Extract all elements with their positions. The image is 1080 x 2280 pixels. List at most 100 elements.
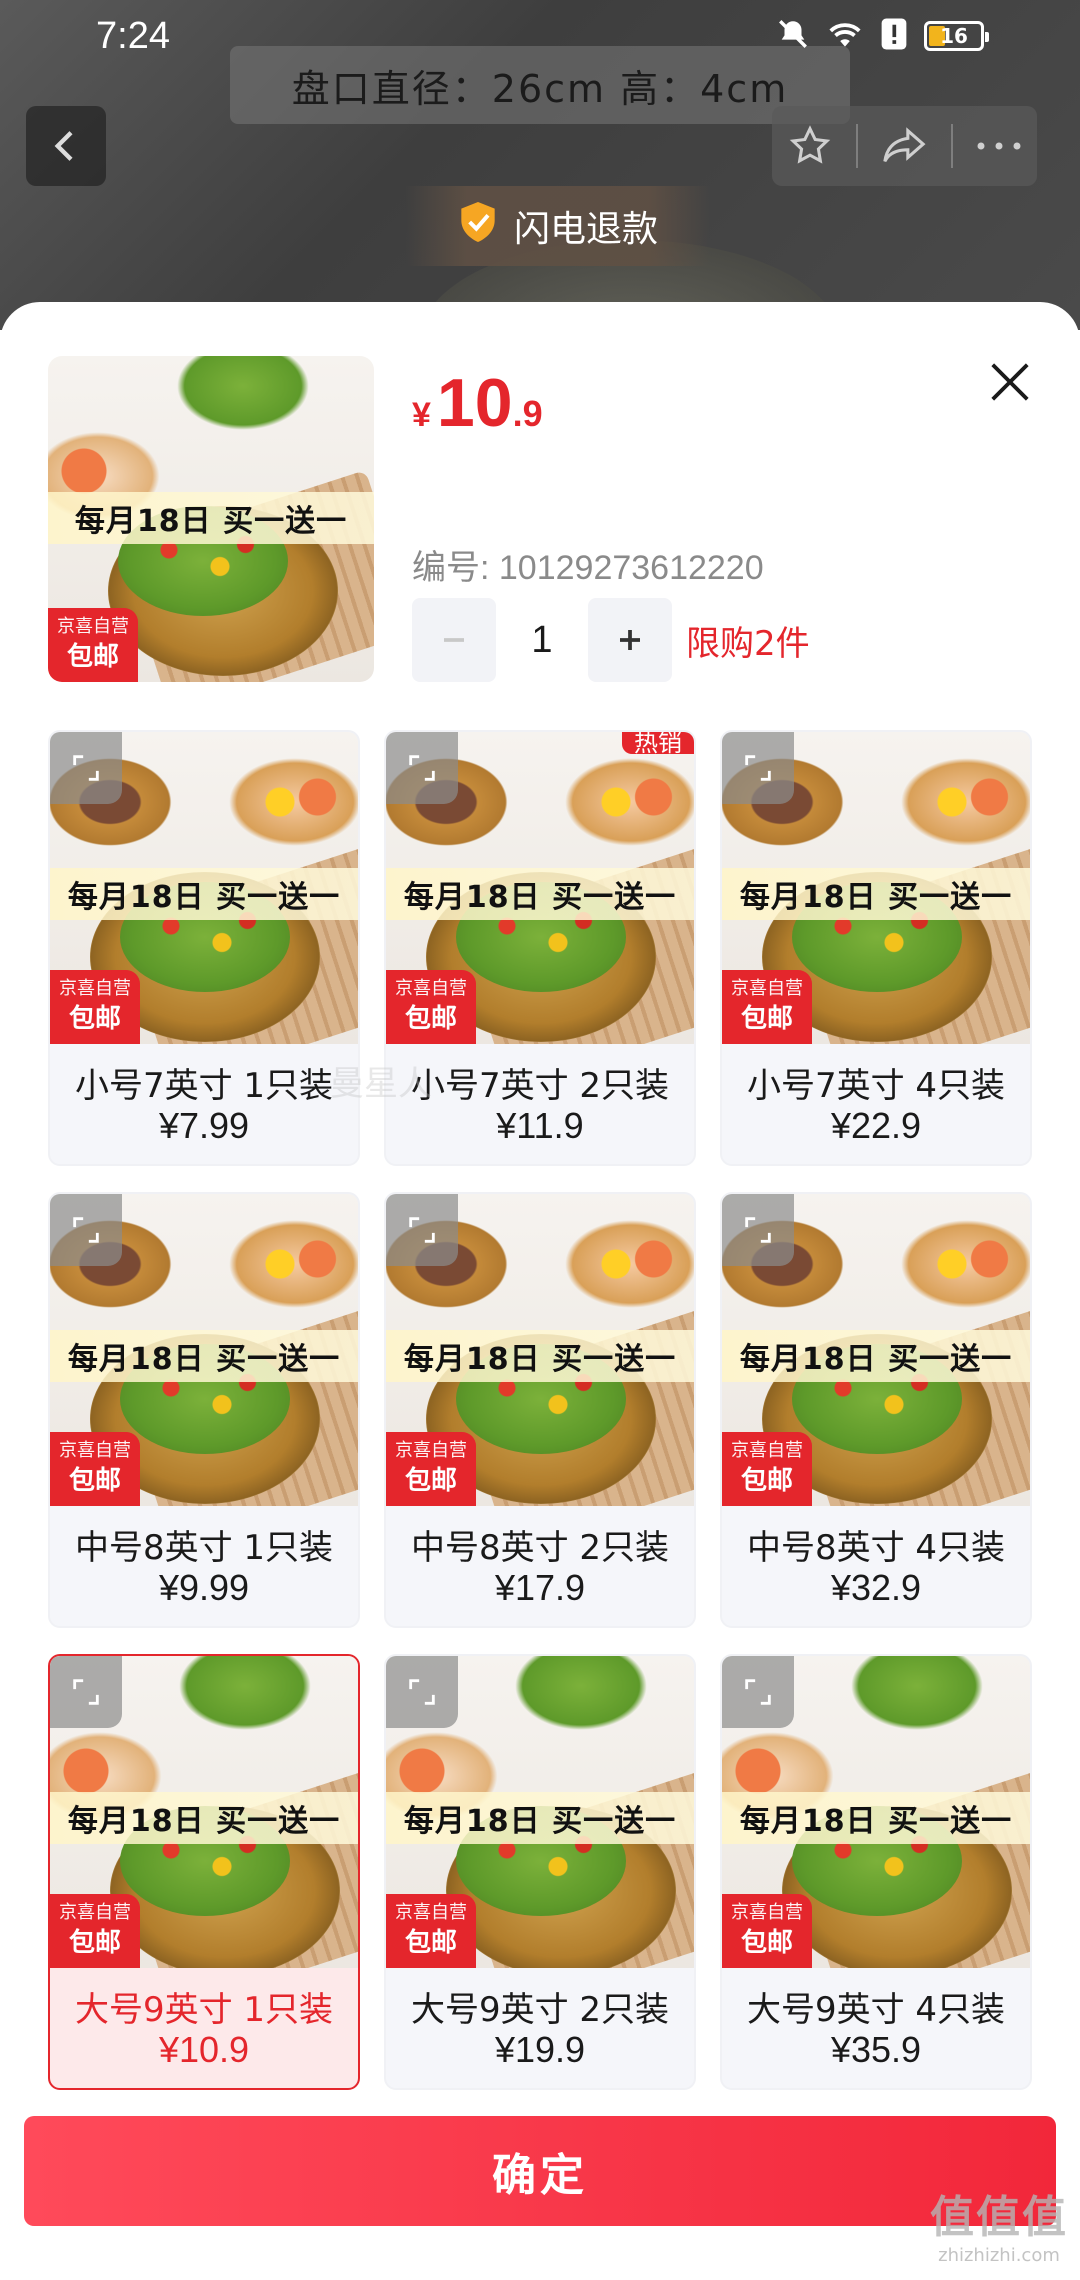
jd-self-operated-badge: 京喜自营 包邮 xyxy=(50,1894,140,1968)
sku-option-label: 中号8英寸 1只装 xyxy=(74,1528,334,1568)
sku-option-label: 小号7英寸 4只装 xyxy=(746,1066,1006,1106)
flash-refund-banner: 闪电退款 xyxy=(406,186,710,266)
sku-option-label: 小号7英寸 1只装 xyxy=(74,1066,334,1106)
sku-option-label: 大号9英寸 4只装 xyxy=(746,1990,1006,2030)
expand-icon[interactable] xyxy=(722,1194,794,1266)
confirm-button[interactable]: 确定 xyxy=(24,2116,1056,2226)
jd-self-operated-badge: 京喜自营 包邮 xyxy=(386,1894,476,1968)
jd-self-operated-badge: 京喜自营 包邮 xyxy=(722,1432,812,1506)
jd-self-operated-badge: 京喜自营 包邮 xyxy=(48,608,138,682)
action-divider xyxy=(856,124,859,168)
action-divider xyxy=(950,124,953,168)
promo-band: 每月18日 买一送一 xyxy=(722,1792,1030,1844)
sku-option-card[interactable]: 每月18日 买一送一京喜自营 包邮中号8英寸 4只装 ¥32.9 xyxy=(720,1192,1032,1628)
sku-option-price: ¥17.9 xyxy=(494,1567,586,1608)
sku-option-label: 中号8英寸 4只装 xyxy=(746,1528,1006,1568)
status-icons: 16 xyxy=(776,17,989,55)
sku-option-label: 大号9英寸 1只装 xyxy=(74,1990,334,2030)
sku-option-price: ¥35.9 xyxy=(830,2029,922,2070)
increase-quantity-button[interactable] xyxy=(588,598,672,682)
sku-option-image: 每月18日 买一送一京喜自营 包邮 xyxy=(722,1656,1030,1968)
expand-icon[interactable] xyxy=(722,1656,794,1728)
sku-option-label: 中号8英寸 2只装 xyxy=(410,1528,670,1568)
expand-icon[interactable] xyxy=(50,1656,122,1728)
promo-band: 每月18日 买一送一 xyxy=(48,492,374,544)
sku-option-image: 每月18日 买一送一京喜自营 包邮 xyxy=(722,732,1030,1044)
promo-band: 每月18日 买一送一 xyxy=(386,868,694,920)
expand-icon[interactable] xyxy=(386,732,458,804)
selected-product-thumbnail: 每月18日 买一送一 京喜自营 包邮 xyxy=(48,356,374,682)
battery-icon: 16 xyxy=(924,21,989,51)
product-photo: 每月18日 买一送一 京喜自营 包邮 xyxy=(48,356,374,682)
quantity-value[interactable]: 1 xyxy=(496,619,588,662)
sku-option-label: 大号9英寸 2只装 xyxy=(410,1990,670,2030)
status-time: 7:24 xyxy=(96,14,170,57)
expand-icon[interactable] xyxy=(50,1194,122,1266)
sku-option-image: 每月18日 买一送一京喜自营 包邮 xyxy=(50,732,358,1044)
sku-option-price: ¥10.9 xyxy=(158,2029,250,2070)
sku-option-price: ¥19.9 xyxy=(494,2029,586,2070)
share-icon[interactable] xyxy=(874,116,934,176)
promo-band: 每月18日 买一送一 xyxy=(50,1330,358,1382)
promo-band: 每月18日 买一送一 xyxy=(722,868,1030,920)
sku-option-image: 每月18日 买一送一京喜自营 包邮 xyxy=(722,1194,1030,1506)
jd-self-operated-badge: 京喜自营 包邮 xyxy=(50,970,140,1044)
promo-band: 每月18日 买一送一 xyxy=(386,1792,694,1844)
back-button[interactable] xyxy=(26,106,106,186)
close-icon xyxy=(991,363,1029,401)
sku-option-price: ¥11.9 xyxy=(496,1105,584,1146)
top-action-bar xyxy=(772,106,1037,186)
expand-icon[interactable] xyxy=(386,1656,458,1728)
jd-self-operated-badge: 京喜自营 包邮 xyxy=(386,970,476,1044)
expand-icon[interactable] xyxy=(722,732,794,804)
close-button[interactable] xyxy=(980,352,1040,412)
jd-self-operated-badge: 京喜自营 包邮 xyxy=(722,970,812,1044)
decrease-quantity-button[interactable] xyxy=(412,598,496,682)
promo-band: 每月18日 买一送一 xyxy=(722,1330,1030,1382)
sku-option-price: ¥7.99 xyxy=(158,1105,250,1146)
promo-band: 每月18日 买一送一 xyxy=(50,1792,358,1844)
shield-check-icon xyxy=(458,200,498,253)
sku-code: 编号: 10129273612220 xyxy=(412,549,764,587)
jd-self-operated-badge: 京喜自营 包邮 xyxy=(50,1432,140,1506)
expand-icon[interactable] xyxy=(50,732,122,804)
sku-option-image: 每月18日 买一送一京喜自营 包邮 xyxy=(50,1194,358,1506)
promo-band: 每月18日 买一送一 xyxy=(386,1330,694,1382)
site-watermark: 值值值 zhizhizhi.com xyxy=(930,2192,1068,2266)
sku-option-label: 小号7英寸 2只装 xyxy=(410,1066,670,1106)
selected-price: ¥ 10 .9 xyxy=(412,365,543,441)
promo-band: 每月18日 买一送一 xyxy=(50,868,358,920)
sku-option-card[interactable]: 每月18日 买一送一京喜自营 包邮小号7英寸 4只装 ¥22.9 xyxy=(720,730,1032,1166)
sku-selector-sheet: 每月18日 买一送一 京喜自营 包邮 ¥ 10 .9 编号: 101292736… xyxy=(0,302,1080,2280)
sku-options-grid: 每月18日 买一送一 京喜自营 包邮 小号7英寸 1只装 ¥7.99 热销 每月18日 买一… xyxy=(48,730,1032,2090)
plus-icon xyxy=(620,630,640,650)
refund-label: 闪电退款 xyxy=(513,209,658,250)
sku-option-card[interactable]: 每月18日 买一送一京喜自营 包邮大号9英寸 1只装 ¥10.9 xyxy=(48,1654,360,2090)
sim-alert-icon xyxy=(880,17,908,55)
mute-icon xyxy=(776,17,810,55)
sku-option-card[interactable]: 每月18日 买一送一京喜自营 包邮中号8英寸 2只装 ¥17.9 xyxy=(384,1192,696,1628)
sku-option-card[interactable]: 每月18日 买一送一京喜自营 包邮大号9英寸 4只装 ¥35.9 xyxy=(720,1654,1032,2090)
sku-option-image: 每月18日 买一送一京喜自营 包邮 xyxy=(50,1656,358,1968)
jd-self-operated-badge: 京喜自营 包邮 xyxy=(386,1432,476,1506)
sku-option-card[interactable]: 每月18日 买一送一京喜自营 包邮小号7英寸 1只装 ¥7.99 xyxy=(48,730,360,1166)
sku-option-card[interactable]: 每月18日 买一送一京喜自营 包邮中号8英寸 1只装 ¥9.99 xyxy=(48,1192,360,1628)
chevron-left-icon xyxy=(54,131,73,161)
sku-option-image: 每月18日 买一送一京喜自营 包邮 xyxy=(386,1656,694,1968)
jd-self-operated-badge: 京喜自营 包邮 xyxy=(722,1894,812,1968)
sku-option-price: ¥9.99 xyxy=(158,1567,250,1608)
overlay-watermark: 曼星人 xyxy=(330,1064,432,1104)
sku-option-card[interactable]: 每月18日 买一送一京喜自营 包邮大号9英寸 2只装 ¥19.9 xyxy=(384,1654,696,2090)
sku-option-price: ¥32.9 xyxy=(830,1567,922,1608)
sku-option-image: 每月18日 买一送一京喜自营 包邮 xyxy=(386,732,694,1044)
expand-icon[interactable] xyxy=(386,1194,458,1266)
sku-option-price: ¥22.9 xyxy=(830,1105,922,1146)
wifi-icon xyxy=(826,17,864,55)
quantity-stepper: 1 限购2件 xyxy=(412,598,810,682)
status-bar: 7:24 16 xyxy=(0,0,1080,72)
hot-sale-badge: 热销 xyxy=(622,732,694,755)
minus-icon xyxy=(444,638,464,642)
more-icon[interactable] xyxy=(969,116,1029,176)
sku-option-image: 每月18日 买一送一京喜自营 包邮 xyxy=(386,1194,694,1506)
favorite-star-icon[interactable] xyxy=(780,116,840,176)
